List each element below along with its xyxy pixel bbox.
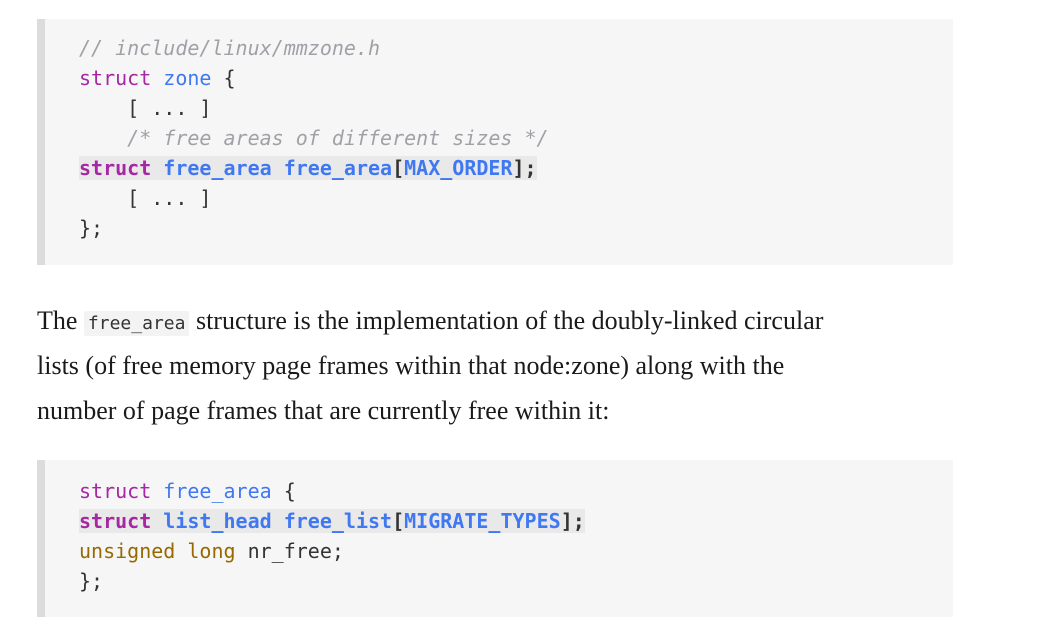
code-line-free-area-field: struct free_area free_area[MAX_ORDER]; <box>79 155 537 181</box>
paragraph-line-2: lists (of free memory page frames within… <box>37 351 785 380</box>
highlighted-code: struct free_area free_area[MAX_ORDER]; <box>79 156 537 180</box>
code-field-name: free_list <box>283 509 393 533</box>
code-brace: { <box>271 479 296 503</box>
code-bracket-open: [ <box>392 156 405 180</box>
code-type-name: list_head <box>163 509 272 533</box>
code-type-name: zone <box>163 66 212 90</box>
code-ellipsis: [ ... ] <box>79 186 212 210</box>
code-brace: { <box>211 66 236 90</box>
code-line-closing-brace: }; <box>79 215 103 241</box>
code-line-struct-zone: struct zone { <box>79 65 236 91</box>
code-type-name: free_area <box>163 156 272 180</box>
code-line-comment: /* free areas of different sizes */ <box>79 125 549 151</box>
code-line-ellipsis: [ ... ] <box>79 185 211 211</box>
code-bracket-close: ]; <box>512 156 537 180</box>
code-comment: /* free areas of different sizes */ <box>79 126 549 150</box>
code-field-name: free_area <box>283 156 393 180</box>
code-constant: MIGRATE_TYPES <box>404 509 561 533</box>
code-keyword: struct <box>79 509 152 533</box>
paragraph-line-1: The free_area structure is the implement… <box>37 298 977 343</box>
code-bracket-open: [ <box>392 509 405 533</box>
code-primitive-type: unsigned long <box>79 539 236 563</box>
code-line-free-list-field: struct list_head free_list[MIGRATE_TYPES… <box>79 508 585 534</box>
code-line-comment-path: // include/linux/mmzone.h <box>79 35 380 61</box>
code-closing-brace: }; <box>79 216 104 240</box>
code-comment: // include/linux/mmzone.h <box>79 36 381 60</box>
code-field-name: nr_free; <box>235 539 344 563</box>
code-keyword: struct <box>79 156 152 180</box>
code-keyword: struct <box>79 479 152 503</box>
code-line-ellipsis: [ ... ] <box>79 95 211 121</box>
code-type-name: free_area <box>163 479 272 503</box>
code-block-zone-struct: // include/linux/mmzone.h struct zone { … <box>37 19 953 265</box>
text-segment: The <box>37 306 84 335</box>
inline-code-free-area: free_area <box>83 311 190 336</box>
code-ellipsis: [ ... ] <box>79 96 212 120</box>
code-line-nr-free-field: unsigned long nr_free; <box>79 538 344 564</box>
paragraph-free-area-description: The free_area structure is the implement… <box>37 298 977 433</box>
code-bracket-close: ]; <box>560 509 585 533</box>
highlighted-code: struct list_head free_list[MIGRATE_TYPES… <box>79 509 585 533</box>
code-line-struct-free-area: struct free_area { <box>79 478 296 504</box>
code-constant: MAX_ORDER <box>404 156 513 180</box>
code-closing-brace: }; <box>79 569 104 593</box>
code-keyword: struct <box>79 66 152 90</box>
text-segment: structure is the implementation of the d… <box>189 306 824 335</box>
code-line-closing-brace: }; <box>79 568 103 594</box>
paragraph-line-3: number of page frames that are currently… <box>37 396 610 425</box>
code-block-free-area-struct: struct free_area { struct list_head free… <box>37 460 953 617</box>
